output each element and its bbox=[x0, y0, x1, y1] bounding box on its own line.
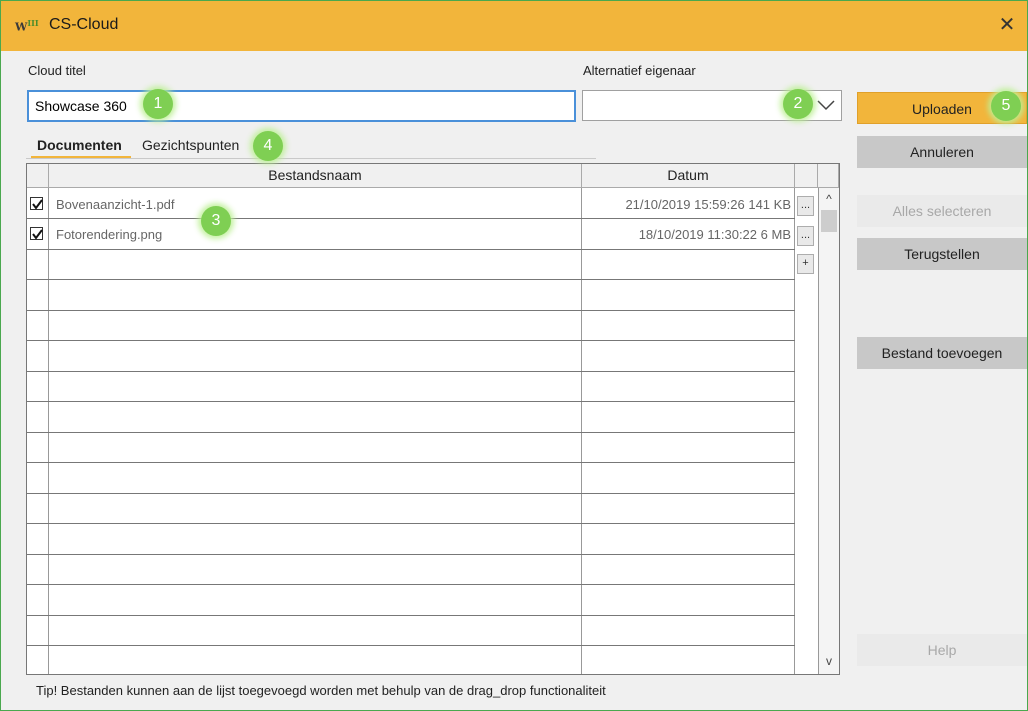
cs-cloud-dialog: WIII CS-Cloud ✕ Cloud titel Alternatief … bbox=[0, 0, 1028, 711]
row-divider bbox=[27, 432, 795, 433]
column-divider bbox=[581, 188, 582, 674]
header-scroll-column bbox=[818, 164, 839, 188]
header-action-column bbox=[795, 164, 818, 188]
row-divider bbox=[27, 310, 795, 311]
row-2-date: 18/10/2019 11:30:22 6 MB bbox=[638, 227, 791, 242]
row-divider bbox=[27, 371, 795, 372]
documents-table: Bestandsnaam Datum Bovenaanzicht-1.pdf 2… bbox=[26, 163, 840, 675]
add-file-button[interactable]: Bestand toevoegen bbox=[857, 337, 1027, 369]
row-divider bbox=[27, 462, 795, 463]
row-divider bbox=[27, 615, 795, 616]
row-2-browse-button[interactable]: ... bbox=[797, 226, 814, 246]
row-divider bbox=[27, 249, 795, 250]
row-1-checkbox[interactable] bbox=[30, 197, 43, 210]
checkmark-icon bbox=[32, 199, 43, 210]
column-divider bbox=[48, 188, 49, 674]
help-button[interactable]: Help bbox=[857, 634, 1027, 666]
row-divider bbox=[27, 645, 795, 646]
callout-badge-2: 2 bbox=[783, 89, 813, 119]
row-divider bbox=[27, 554, 795, 555]
cancel-button[interactable]: Annuleren bbox=[857, 136, 1027, 168]
row-1-filename[interactable]: Bovenaanzicht-1.pdf bbox=[56, 197, 175, 212]
row-divider bbox=[27, 340, 795, 341]
row-2-filename[interactable]: Fotorendering.png bbox=[56, 227, 162, 242]
header-check-column bbox=[27, 164, 49, 188]
header-datum[interactable]: Datum bbox=[582, 164, 795, 188]
tab-gezichtspunten[interactable]: Gezichtspunten bbox=[142, 137, 239, 153]
callout-badge-4: 4 bbox=[253, 131, 283, 161]
scroll-down-icon[interactable]: v bbox=[821, 654, 837, 670]
row-divider bbox=[27, 584, 795, 585]
callout-badge-3: 3 bbox=[201, 206, 231, 236]
row-1-browse-button[interactable]: ... bbox=[797, 196, 814, 216]
title-bar[interactable]: WIII CS-Cloud ✕ bbox=[1, 1, 1027, 51]
row-divider bbox=[27, 279, 795, 280]
checkmark-icon bbox=[32, 229, 43, 240]
cloud-title-label: Cloud titel bbox=[28, 63, 86, 78]
row-divider bbox=[27, 493, 795, 494]
scroll-thumb[interactable] bbox=[821, 210, 837, 232]
select-all-button[interactable]: Alles selecteren bbox=[857, 195, 1027, 227]
column-divider bbox=[794, 188, 795, 674]
reset-button[interactable]: Terugstellen bbox=[857, 238, 1027, 270]
callout-badge-1: 1 bbox=[143, 89, 173, 119]
row-2-checkbox[interactable] bbox=[30, 227, 43, 240]
cloud-title-input[interactable] bbox=[27, 90, 576, 122]
app-logo-icon: WIII bbox=[15, 18, 39, 34]
window-title: CS-Cloud bbox=[49, 16, 119, 33]
row-divider bbox=[27, 401, 795, 402]
tip-text: Tip! Bestanden kunnen aan de lijst toege… bbox=[36, 683, 606, 698]
row-1-date: 21/10/2019 15:59:26 141 KB bbox=[625, 197, 791, 212]
tab-documenten[interactable]: Documenten bbox=[37, 137, 122, 153]
chevron-down-icon[interactable] bbox=[815, 93, 837, 119]
row-divider bbox=[27, 218, 795, 219]
row-divider bbox=[27, 523, 795, 524]
header-bestandsnaam[interactable]: Bestandsnaam bbox=[49, 164, 582, 188]
scroll-up-icon[interactable]: ^ bbox=[821, 192, 837, 208]
owner-label: Alternatief eigenaar bbox=[583, 63, 696, 78]
close-button[interactable]: ✕ bbox=[987, 9, 1027, 41]
table-scrollbar[interactable]: ^ v bbox=[818, 188, 839, 674]
callout-badge-5: 5 bbox=[991, 91, 1021, 121]
add-row-button[interactable]: + bbox=[797, 254, 814, 274]
active-tab-indicator bbox=[31, 156, 131, 158]
tab-strip-divider bbox=[26, 158, 596, 159]
